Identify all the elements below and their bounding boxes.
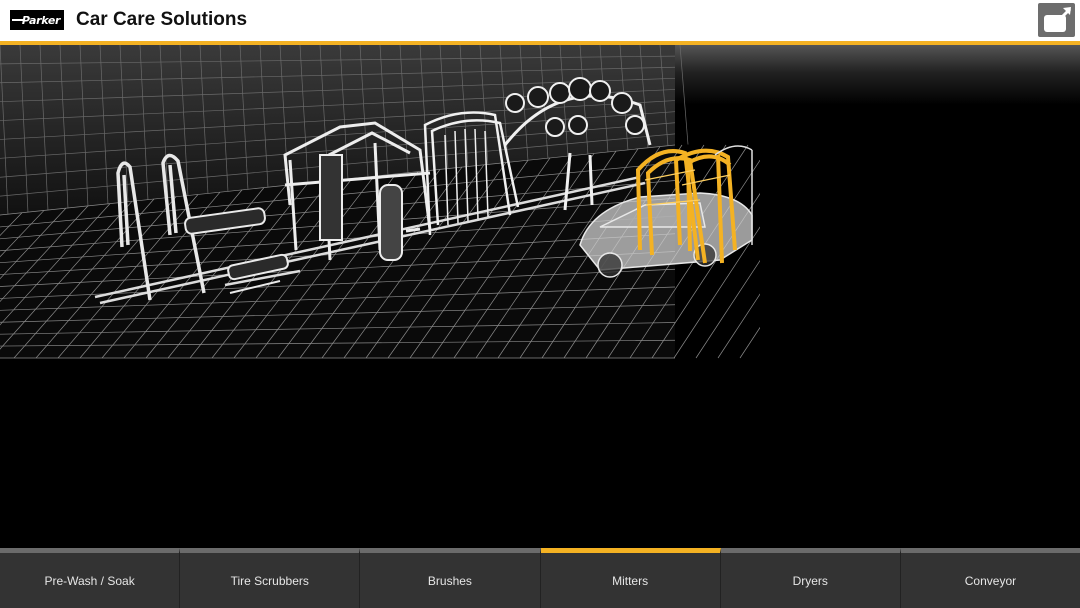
tab-tire-scrubbers[interactable]: Tire Scrubbers bbox=[180, 548, 361, 608]
tab-label: Brushes bbox=[427, 573, 472, 588]
grid-line bbox=[679, 45, 689, 145]
category-tab-bar: Pre-Wash / Soak Tire Scrubbers Brushes M… bbox=[0, 548, 1080, 608]
logo-dash bbox=[12, 19, 24, 21]
header: Parker Car Care Solutions bbox=[0, 0, 1080, 41]
tab-prewash-soak[interactable]: Pre-Wash / Soak bbox=[0, 548, 181, 608]
tab-label: Conveyor bbox=[964, 573, 1017, 588]
expand-icon bbox=[1044, 7, 1072, 32]
tab-label: Mitters bbox=[612, 573, 649, 588]
carwash-3d-scene[interactable] bbox=[0, 45, 760, 365]
tab-brushes[interactable]: Brushes bbox=[360, 548, 541, 608]
tab-label: Pre-Wash / Soak bbox=[44, 573, 135, 588]
tab-dryers[interactable]: Dryers bbox=[720, 548, 901, 608]
tab-mitters[interactable]: Mitters bbox=[540, 548, 721, 608]
app-window: Parker Car Care Solutions Pre-Wash / Soa… bbox=[0, 0, 1080, 608]
tab-label: Tire Scrubbers bbox=[230, 573, 309, 588]
expand-button[interactable] bbox=[1038, 3, 1075, 37]
tab-label: Dryers bbox=[792, 573, 828, 588]
tab-conveyor[interactable]: Conveyor bbox=[900, 548, 1080, 608]
page-title: Car Care Solutions bbox=[76, 9, 248, 30]
grid-line bbox=[739, 326, 760, 359]
parker-logo: Parker bbox=[10, 10, 64, 30]
